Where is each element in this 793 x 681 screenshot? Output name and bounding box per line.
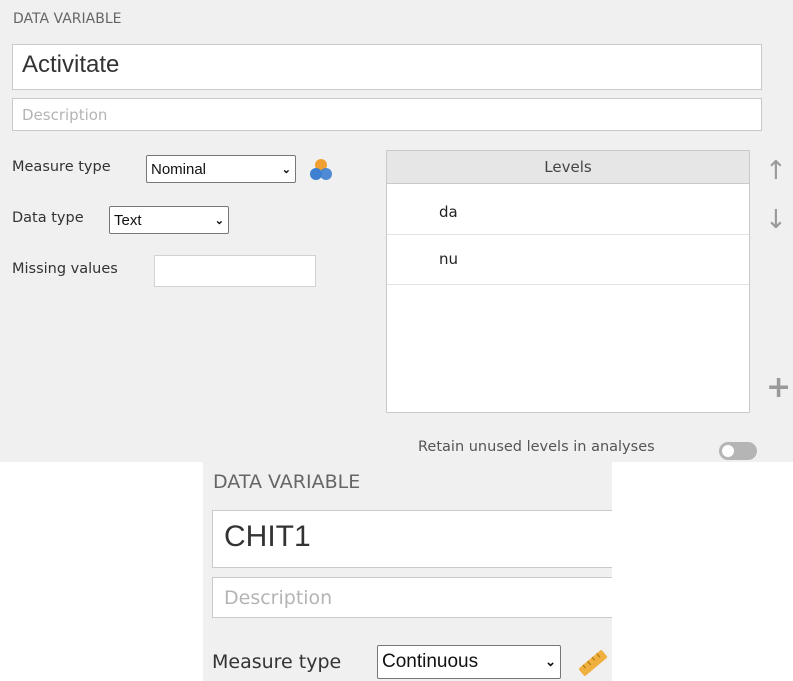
missing-values-input[interactable]	[154, 255, 316, 287]
variable-name-field[interactable]: Activitate	[12, 44, 762, 90]
data-type-select[interactable]: Text ⌄	[109, 206, 229, 234]
data-variable-panel-chit1: DATA VARIABLE CHIT1 Measure type Continu…	[203, 462, 612, 681]
measure-type-value: Nominal	[151, 160, 207, 178]
levels-table: Levels da nu	[386, 150, 750, 413]
chevron-down-icon: ⌄	[545, 654, 556, 669]
retain-unused-levels-toggle[interactable]	[719, 442, 757, 460]
missing-values-label: Missing values	[12, 261, 118, 277]
measure-type-select[interactable]: Continuous ⌄	[377, 645, 561, 679]
description-field[interactable]	[12, 98, 762, 131]
retain-unused-levels-label: Retain unused levels in analyses	[418, 439, 655, 455]
toggle-knob	[722, 445, 734, 457]
levels-header: Levels	[387, 151, 749, 184]
measure-type-label: Measure type	[212, 651, 342, 673]
arrow-down-icon[interactable]: ↓	[765, 207, 787, 233]
measure-type-value: Continuous	[382, 651, 479, 672]
section-title: DATA VARIABLE	[213, 471, 361, 493]
section-title: DATA VARIABLE	[13, 11, 122, 27]
data-variable-panel-activitate: DATA VARIABLE Activitate Measure type No…	[0, 0, 793, 462]
plus-icon[interactable]: +	[766, 373, 791, 403]
level-item[interactable]: nu	[387, 235, 749, 285]
measure-type-select[interactable]: Nominal ⌄	[146, 155, 296, 183]
data-type-label: Data type	[12, 210, 84, 226]
chevron-down-icon: ⌄	[214, 214, 224, 227]
nominal-circles-icon	[310, 159, 332, 180]
measure-type-label: Measure type	[12, 159, 111, 175]
variable-name-field[interactable]: CHIT1	[212, 510, 612, 568]
description-field[interactable]	[212, 577, 612, 618]
arrow-up-icon[interactable]: ↑	[765, 158, 787, 184]
continuous-ruler-icon	[578, 650, 608, 676]
data-type-value: Text	[114, 211, 142, 229]
chevron-down-icon: ⌄	[281, 163, 291, 176]
level-item[interactable]: da	[387, 184, 749, 235]
